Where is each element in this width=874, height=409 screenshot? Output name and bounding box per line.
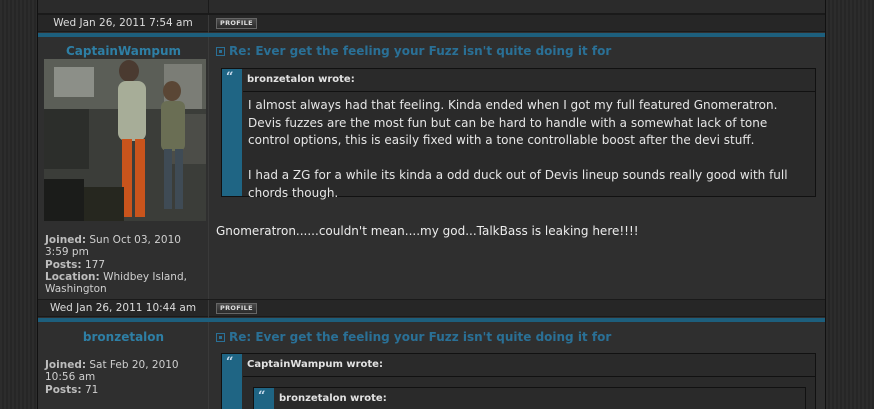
post-count: 71 <box>84 383 99 396</box>
page-background-left <box>0 0 37 409</box>
avatar <box>44 59 206 221</box>
joined-date: Sun Oct 03, 2010 <box>89 234 181 246</box>
previous-post-bottom <box>38 0 825 14</box>
quote-icon: “ <box>226 70 234 85</box>
joined-time: 3:59 pm <box>45 246 89 259</box>
location: Whidbey Island, <box>103 270 187 283</box>
quote-divider <box>243 376 815 377</box>
author-details: Joined: Sat Feb 20, 2010 10:56 am Posts:… <box>45 359 205 396</box>
quote-paragraph: I almost always had that feeling. Kinda … <box>248 98 778 147</box>
post: CaptainWampum Joined: Sun Oct 03, 2010 3… <box>38 37 825 299</box>
quote-icon: “ <box>226 355 234 370</box>
joined-label: Joined: <box>45 359 87 371</box>
post-icon <box>216 47 225 56</box>
post-meta-row: Wed Jan 26, 2011 7:54 am PROFILE <box>38 14 825 33</box>
author-details: Joined: Sun Oct 03, 2010 3:59 pm Posts: … <box>45 234 205 295</box>
post-message: Gnomeratron......couldn't mean....my god… <box>216 224 639 238</box>
quote-bar: “ <box>222 354 242 409</box>
quote-body: I almost always had that feeling. Kinda … <box>248 97 807 202</box>
profile-button[interactable]: PROFILE <box>216 18 257 29</box>
location-label: Location: <box>45 270 100 283</box>
quote-icon: “ <box>258 389 266 404</box>
nested-quote-block: “ bronzetalon wrote: <box>253 387 806 409</box>
posts-label: Posts: <box>45 383 82 396</box>
post-date: Wed Jan 26, 2011 10:44 am <box>38 300 209 318</box>
quote-bar: “ <box>222 69 242 196</box>
forum-topic-frame: Wed Jan 26, 2011 7:54 am PROFILE Captain… <box>37 0 826 409</box>
quote-paragraph: I had a ZG for a while its kinda a odd d… <box>248 168 788 200</box>
post-icon <box>216 333 225 342</box>
quote-bar: “ <box>254 388 274 409</box>
post-subject[interactable]: Re: Ever get the feeling your Fuzz isn't… <box>216 44 611 58</box>
location-continued: Washington <box>45 283 107 296</box>
post-meta-row: Wed Jan 26, 2011 10:44 am PROFILE <box>38 299 825 318</box>
profile-button[interactable]: PROFILE <box>216 303 257 314</box>
post-subject-text: Re: Ever get the feeling your Fuzz isn't… <box>229 44 612 58</box>
page-background-right <box>826 0 874 409</box>
post-count: 177 <box>84 258 106 271</box>
joined-date: Sat Feb 20, 2010 <box>89 359 179 371</box>
post-date: Wed Jan 26, 2011 7:54 am <box>38 15 209 33</box>
quote-author: bronzetalon wrote: <box>247 74 355 85</box>
quote-author: CaptainWampum wrote: <box>247 359 383 370</box>
quote-block: “ bronzetalon wrote: I almost always had… <box>221 68 816 200</box>
post-subject-text: Re: Ever get the feeling your Fuzz isn't… <box>229 330 612 344</box>
joined-time: 10:56 am <box>45 371 96 384</box>
author-username[interactable]: CaptainWampum <box>38 44 209 58</box>
post-author-pane: bronzetalon Joined: Sat Feb 20, 2010 10:… <box>38 322 209 409</box>
quote-divider <box>243 91 815 92</box>
joined-label: Joined: <box>45 234 87 246</box>
post: bronzetalon Joined: Sat Feb 20, 2010 10:… <box>38 322 825 409</box>
posts-label: Posts: <box>45 258 82 271</box>
quote-author: bronzetalon wrote: <box>279 393 387 404</box>
post-subject[interactable]: Re: Ever get the feeling your Fuzz isn't… <box>216 330 611 344</box>
quote-block: “ CaptainWampum wrote: “ bronzetalon wro… <box>221 353 816 409</box>
author-username[interactable]: bronzetalon <box>38 330 209 344</box>
post-author-pane: CaptainWampum Joined: Sun Oct 03, 2010 3… <box>38 37 209 299</box>
